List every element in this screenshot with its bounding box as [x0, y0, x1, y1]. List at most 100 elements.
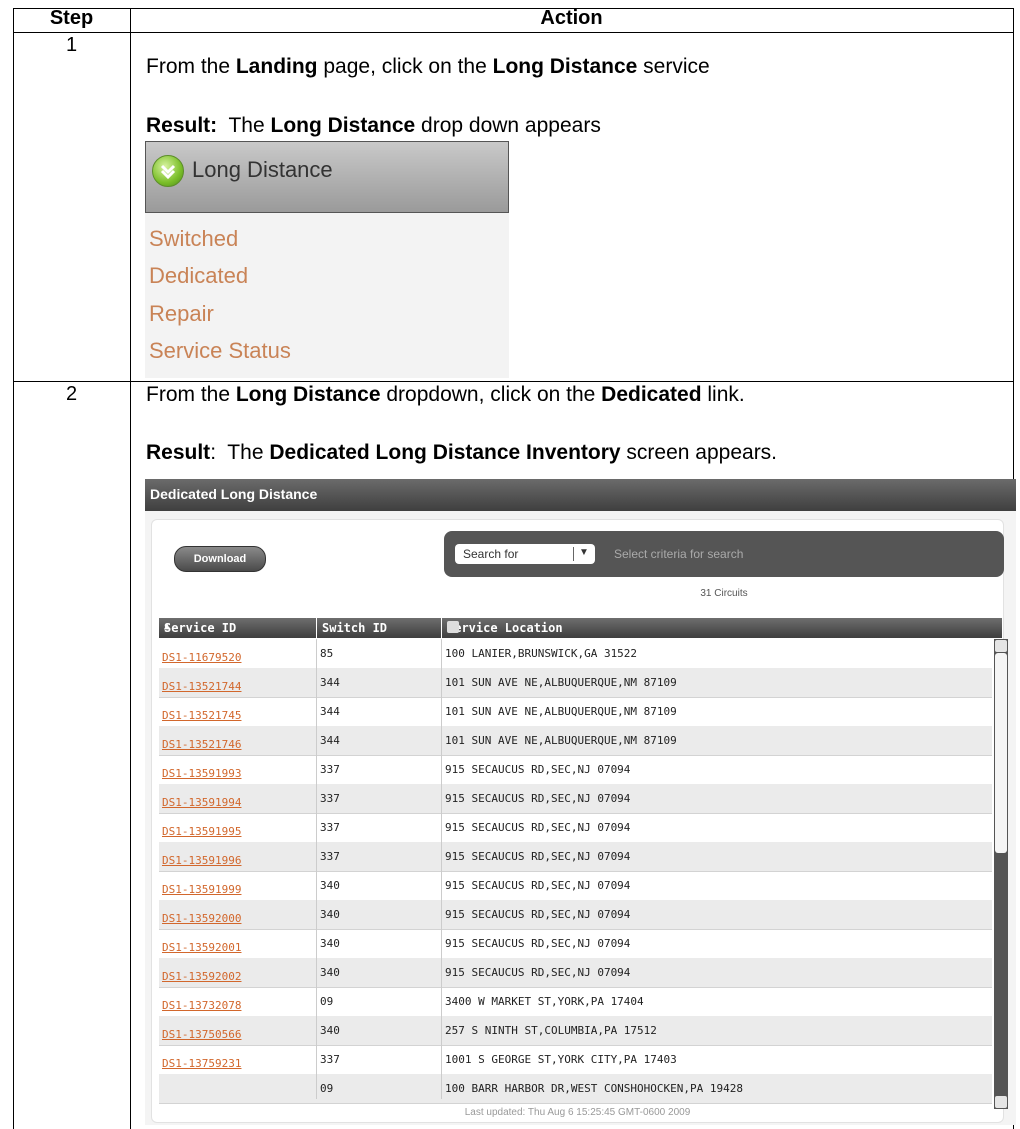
download-button[interactable]: Download: [174, 546, 266, 572]
long-distance-header[interactable]: Long Distance: [145, 141, 509, 213]
table-row: DS1-13521744 344 101 SUN AVE NE,ALBUQUERQU…: [159, 668, 992, 698]
switch-id-cell: 09: [320, 1082, 334, 1095]
service-id-link[interactable]: DS1-13591993: [162, 767, 241, 780]
service-location-cell: 915 SECAUCUS RD,SEC,NJ 07094: [445, 966, 631, 979]
service-location-cell: 100 BARR HARBOR DR,WEST CONSHOHOCKEN,PA …: [445, 1082, 744, 1095]
step2-instruction: From the Long Distance dropdown, click o…: [146, 383, 745, 406]
search-hint: Select criteria for search: [614, 547, 744, 561]
service-location-cell: 915 SECAUCUS RD,SEC,NJ 07094: [445, 879, 631, 892]
service-location-cell: 915 SECAUCUS RD,SEC,NJ 07094: [445, 908, 631, 921]
switch-id-cell: 337: [320, 850, 340, 863]
service-id-link[interactable]: DS1-13521746: [162, 738, 241, 751]
service-location-cell: 915 SECAUCUS RD,SEC,NJ 07094: [445, 821, 631, 834]
service-id-link[interactable]: DS1-13521744: [162, 680, 241, 693]
long-distance-title: Long Distance: [192, 157, 333, 182]
service-location-cell: 1001 S GEORGE ST,YORK CITY,PA 17403: [445, 1053, 677, 1066]
service-id-link[interactable]: DS1-13592000: [162, 912, 241, 925]
table-scrollbar[interactable]: [994, 639, 1008, 1109]
step-number-2: 2: [65, 383, 78, 405]
search-bar: Search for ▼ Select criteria for search: [444, 531, 1004, 577]
menu-item-switched[interactable]: Switched: [149, 226, 238, 252]
table-border-mid: [130, 8, 131, 1129]
table-row-divider: [13, 381, 1014, 382]
table-row: DS1-13521745 344 101 SUN AVE NE,ALBUQUERQU…: [159, 697, 992, 727]
service-id-link[interactable]: DS1-13759231: [162, 1057, 241, 1070]
service-id-link[interactable]: DS1-13592002: [162, 970, 241, 983]
service-logo-icon: [152, 155, 184, 187]
long-distance-menu: Long Distance Switched Dedicated Repair …: [145, 141, 509, 378]
service-location-cell: 915 SECAUCUS RD,SEC,NJ 07094: [445, 763, 631, 776]
service-id-link[interactable]: DS1-13592001: [162, 941, 241, 954]
screen-title: Dedicated Long Distance: [150, 486, 318, 502]
service-location-cell: 101 SUN AVE NE,ALBUQUERQUE,NM 87109: [445, 676, 677, 689]
last-updated: Last updated: Thu Aug 6 15:25:45 GMT-060…: [464, 1107, 691, 1118]
switch-id-cell: 337: [320, 792, 340, 805]
search-select[interactable]: Search for ▼: [455, 544, 595, 564]
table-row: DS1-13759231 337 1001 S GEORGE ST,YORK CIT…: [159, 1045, 992, 1075]
scroll-thumb[interactable]: [995, 653, 1007, 853]
table-row: DS1-13750566 340 257 S NINTH ST,COLUMBIA,P…: [159, 1016, 992, 1046]
step2-result: Result: The Dedicated Long Distance Inve…: [146, 441, 778, 464]
service-location-cell: 915 SECAUCUS RD,SEC,NJ 07094: [445, 850, 631, 863]
circuit-count: 31 Circuits: [700, 588, 748, 599]
sort-ascending-icon: ▲: [164, 621, 171, 632]
inventory-table-body: DS1-11679520 85 100 LANIER,BRUNSWICK,GA 31…: [159, 639, 992, 1109]
select-separator: [573, 547, 574, 561]
header-step: Step: [49, 7, 94, 29]
menu-item-service-status[interactable]: Service Status: [149, 338, 291, 364]
switch-id-cell: 337: [320, 763, 340, 776]
step1-result: Result: The Long Distance drop down appe…: [146, 114, 601, 137]
service-id-link[interactable]: DS1-13591996: [162, 854, 241, 867]
service-location-cell: 915 SECAUCUS RD,SEC,NJ 07094: [445, 937, 631, 950]
column-divider: [441, 639, 442, 1099]
service-location-cell: 257 S NINTH ST,COLUMBIA,PA 17512: [445, 1024, 657, 1037]
screen-title-bar: Dedicated Long Distance: [145, 479, 1016, 511]
switch-id-cell: 340: [320, 908, 340, 921]
service-id-link[interactable]: DS1-13750566: [162, 1028, 241, 1041]
table-row: DS1-13591999 340 915 SECAUCUS RD,SEC,NJ 07…: [159, 871, 992, 901]
switch-id-cell: 340: [320, 879, 340, 892]
col-label-switch-id: Switch ID: [322, 621, 388, 635]
service-location-cell: 100 LANIER,BRUNSWICK,GA 31522: [445, 647, 638, 660]
scroll-up-icon[interactable]: [995, 640, 1007, 652]
service-id-link[interactable]: DS1-13521745: [162, 709, 241, 722]
table-row: DS1-13591996 337 915 SECAUCUS RD,SEC,NJ 07…: [159, 842, 992, 872]
search-select-value: Search for: [463, 547, 519, 561]
service-location-cell: 101 SUN AVE NE,ALBUQUERQUE,NM 87109: [445, 705, 677, 718]
switch-id-cell: 337: [320, 821, 340, 834]
column-divider: [316, 639, 317, 1099]
header-action: Action: [540, 7, 603, 29]
table-row: DS1-13592001 340 915 SECAUCUS RD,SEC,NJ 07…: [159, 929, 992, 959]
dropdown-arrow-icon: ▼: [579, 547, 589, 558]
service-id-link[interactable]: DS1-11679520: [162, 651, 241, 664]
service-id-link[interactable]: DS1-13591995: [162, 825, 241, 838]
table-row: DS1-13592000 340 915 SECAUCUS RD,SEC,NJ 07…: [159, 900, 992, 930]
inventory-panel: Download Search for ▼ Select criteria fo…: [151, 519, 1008, 1123]
menu-item-dedicated[interactable]: Dedicated: [149, 263, 248, 289]
column-chooser-icon[interactable]: [447, 621, 459, 633]
service-id-link[interactable]: DS1-13732078: [162, 999, 241, 1012]
col-header-switch-id[interactable]: Switch ID: [317, 618, 441, 638]
col-header-service-id[interactable]: Service ID ▲: [159, 618, 316, 638]
service-location-cell: 3400 W MARKET ST,YORK,PA 17404: [445, 995, 644, 1008]
switch-id-cell: 337: [320, 1053, 340, 1066]
switch-id-cell: 340: [320, 966, 340, 979]
service-id-link[interactable]: DS1-13591994: [162, 796, 241, 809]
service-id-link[interactable]: DS1-13591999: [162, 883, 241, 896]
col-header-service-location[interactable]: Service Location: [442, 618, 1002, 638]
switch-id-cell: 344: [320, 734, 340, 747]
service-location-cell: 915 SECAUCUS RD,SEC,NJ 07094: [445, 792, 631, 805]
menu-item-repair[interactable]: Repair: [149, 301, 214, 327]
step1-instruction: From the Landing page, click on the Long…: [146, 55, 710, 78]
dedicated-long-distance-screen: Dedicated Long Distance Download Search …: [145, 479, 1016, 1125]
step-number-1: 1: [65, 34, 78, 56]
switch-id-cell: 340: [320, 1024, 340, 1037]
table-row: DS1-13591995 337 915 SECAUCUS RD,SEC,NJ 07…: [159, 813, 992, 843]
table-row: DS1-11679520 85 100 LANIER,BRUNSWICK,GA 31…: [159, 639, 992, 669]
switch-id-cell: 344: [320, 676, 340, 689]
table-border-left: [13, 8, 14, 1129]
table-row: DS1-13521746 344 101 SUN AVE NE,ALBUQUERQU…: [159, 726, 992, 756]
table-row: DS1-13591993 337 915 SECAUCUS RD,SEC,NJ 07…: [159, 755, 992, 785]
table-row: 09 100 BARR HARBOR DR,WEST CONSHOHOCKEN,P…: [159, 1074, 992, 1104]
switch-id-cell: 340: [320, 937, 340, 950]
